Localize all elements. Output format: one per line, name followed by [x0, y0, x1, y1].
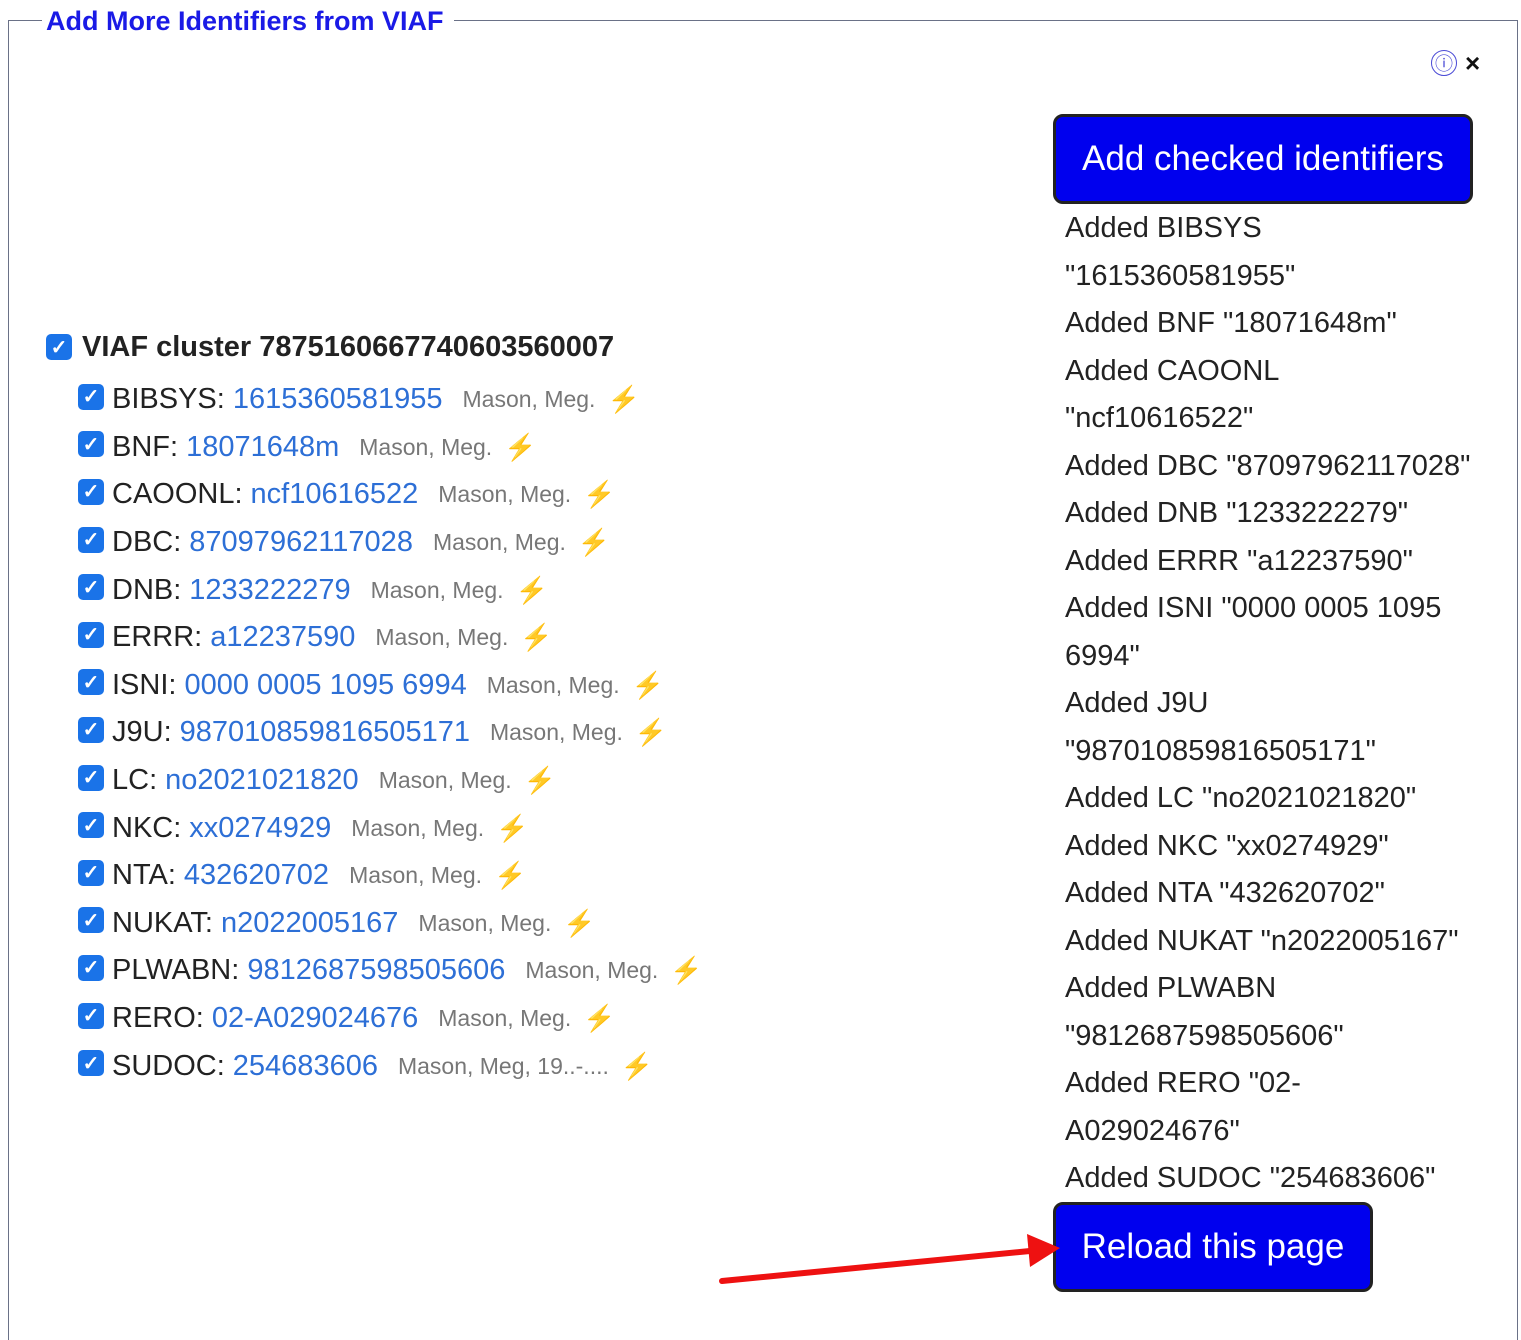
annotation-arrow: [719, 1234, 1060, 1284]
